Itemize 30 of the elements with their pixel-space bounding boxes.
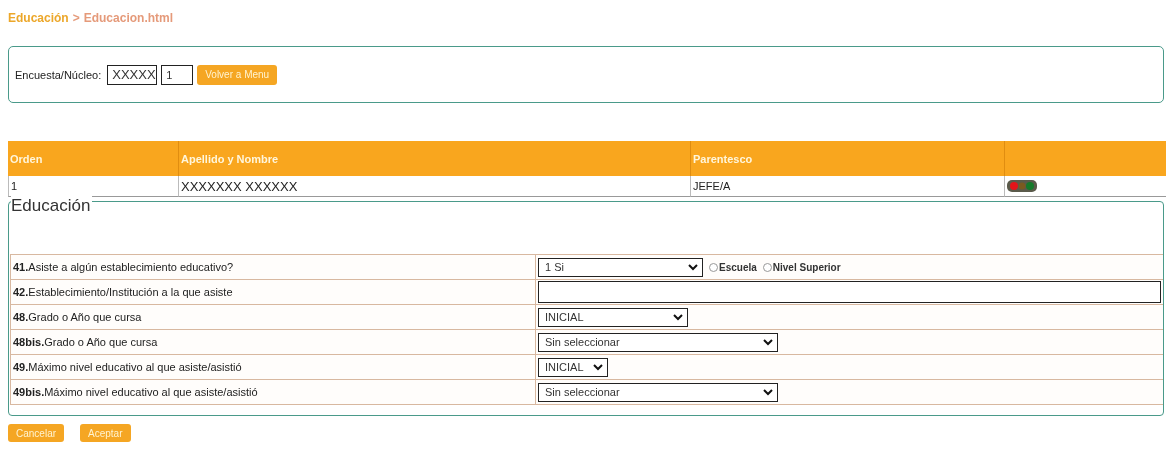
- input-field[interactable]: [538, 281, 1161, 303]
- select-field[interactable]: Sin seleccionar: [538, 332, 778, 352]
- survey-input[interactable]: XXXXX: [107, 64, 158, 85]
- chevron-down-icon: [593, 363, 603, 371]
- chevron-down-icon: [763, 338, 773, 346]
- select-field[interactable]: INICIAL: [538, 357, 608, 377]
- breadcrumb-separator: >: [72, 11, 80, 25]
- lookup-label: Encuesta/Núcleo:: [15, 68, 102, 81]
- column-header: Orden: [8, 141, 178, 176]
- column-header: Parentesco: [690, 141, 1004, 176]
- radio-option[interactable]: Escuela: [709, 261, 757, 273]
- question-label: 41.Asiste a algún establecimiento educativo?: [13, 261, 234, 273]
- table-cell: XXXXXXX XXXXXX: [178, 176, 690, 197]
- household-input[interactable]: 1: [161, 64, 194, 85]
- chevron-down-icon: [763, 388, 773, 396]
- chevron-down-icon: [688, 263, 698, 271]
- radio-option[interactable]: Nivel Superior: [762, 261, 841, 273]
- question-label: 48.Grado o Año que cursa: [13, 311, 142, 323]
- question-label: 42.Establecimiento/Institución a la que asiste: [13, 286, 233, 298]
- select-field[interactable]: 1 Si: [538, 257, 703, 277]
- breadcrumb-current: Educacion.html: [83, 11, 174, 25]
- select-field[interactable]: INICIAL: [538, 307, 688, 327]
- table-cell: JEFE/A: [690, 176, 1004, 197]
- select-field[interactable]: Sin seleccionar: [538, 382, 778, 402]
- question-label: 48bis.Grado o Año que cursa: [13, 336, 158, 348]
- question-label: 49bis.Máximo nivel educativo al que asiste/asistió: [13, 386, 258, 398]
- status-light-icon: [1007, 180, 1037, 192]
- chevron-down-icon: [673, 313, 683, 321]
- column-header: Apellido y Nombre: [178, 141, 690, 176]
- question-label: 49.Máximo nivel educativo al que asiste/asistió: [13, 361, 242, 373]
